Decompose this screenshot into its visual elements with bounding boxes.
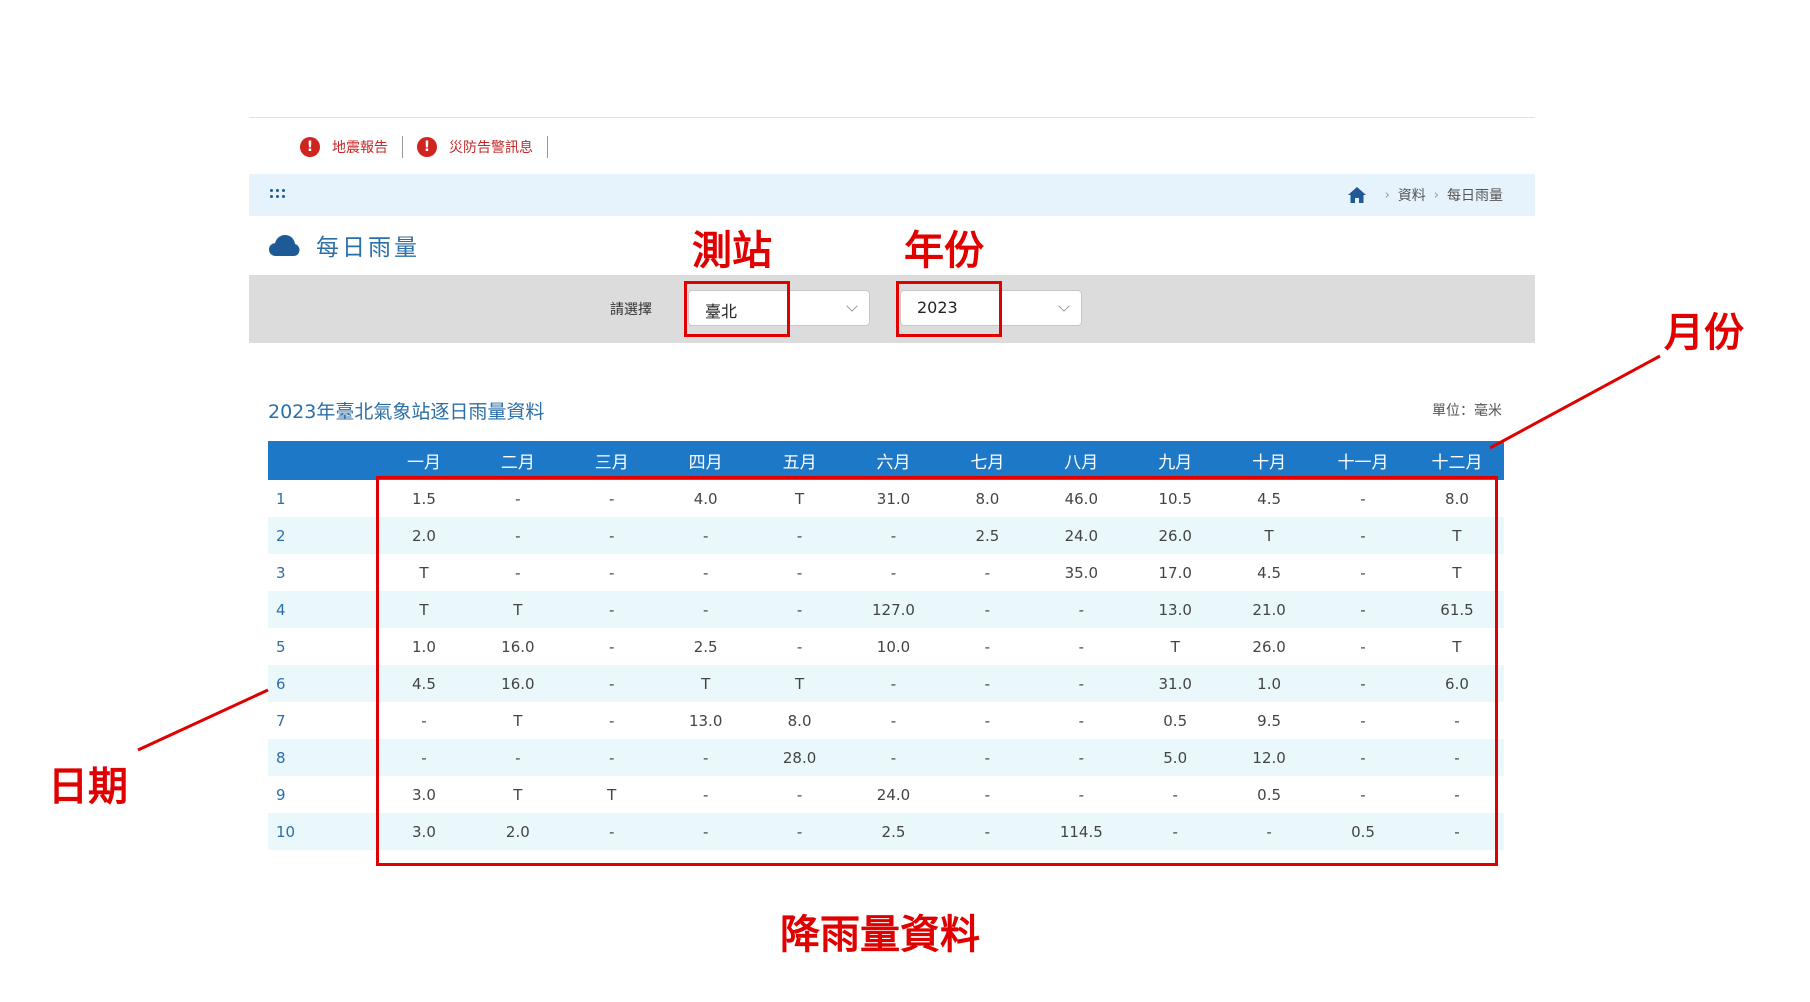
date-pointer-line xyxy=(137,688,269,752)
annotation-arrows xyxy=(137,354,1661,752)
month-pointer-line xyxy=(1489,354,1661,450)
